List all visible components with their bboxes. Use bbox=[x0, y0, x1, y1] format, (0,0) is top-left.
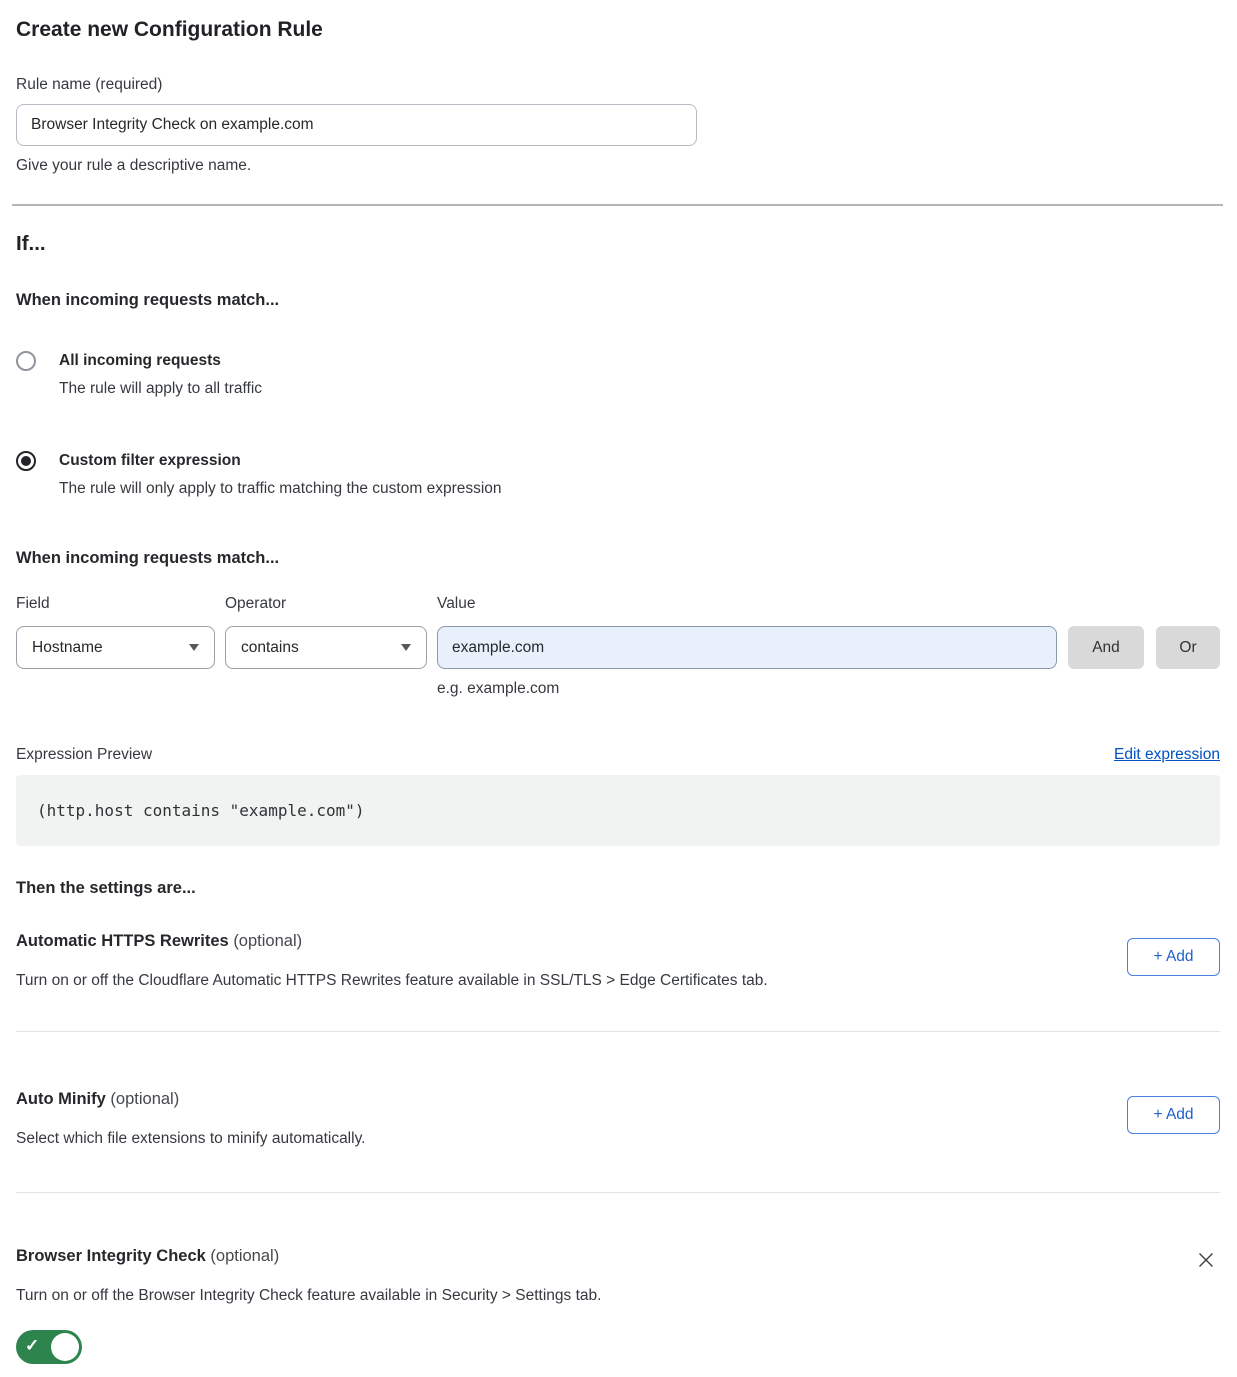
operator-label: Operator bbox=[225, 593, 427, 615]
radio-label[interactable]: Custom filter expression bbox=[59, 450, 502, 471]
create-configuration-rule-form: Create new Configuration Rule Rule name … bbox=[0, 0, 1237, 1369]
and-button[interactable]: And bbox=[1068, 626, 1144, 669]
setting-title: Browser Integrity Check bbox=[16, 1247, 206, 1265]
setting-section-automatic-https-rewrites: Automatic HTTPS Rewrites (optional) Turn… bbox=[16, 929, 1220, 1031]
add-auto-minify-button[interactable]: + Add bbox=[1127, 1096, 1220, 1134]
setting-section-browser-integrity-check: Browser Integrity Check (optional) Turn … bbox=[16, 1244, 1220, 1369]
filter-heading: When incoming requests match... bbox=[16, 546, 1220, 570]
radio-custom-filter-expression[interactable] bbox=[16, 451, 36, 471]
radio-option-all-requests[interactable]: All incoming requests The rule will appl… bbox=[16, 350, 1220, 399]
field-select-value: Hostname bbox=[32, 639, 103, 657]
value-input[interactable] bbox=[437, 626, 1057, 669]
setting-description: Turn on or off the Cloudflare Automatic … bbox=[16, 970, 768, 991]
chevron-down-icon bbox=[401, 644, 411, 651]
chevron-down-icon bbox=[189, 644, 199, 651]
radio-description: The rule will only apply to traffic matc… bbox=[59, 478, 502, 499]
edit-expression-link[interactable]: Edit expression bbox=[1114, 744, 1220, 766]
operator-select[interactable]: contains bbox=[225, 626, 427, 669]
rule-name-label: Rule name (required) bbox=[16, 74, 1220, 96]
setting-optional-tag: (optional) bbox=[210, 1247, 279, 1265]
operator-select-value: contains bbox=[241, 639, 299, 657]
section-divider bbox=[16, 1031, 1220, 1032]
setting-section-auto-minify: Auto Minify (optional) Select which file… bbox=[16, 1087, 1220, 1192]
if-heading: If... bbox=[16, 230, 1220, 258]
expression-preview-label: Expression Preview bbox=[16, 744, 152, 766]
expression-preview-code: (http.host contains "example.com") bbox=[16, 775, 1220, 846]
then-settings-heading: Then the settings are... bbox=[16, 876, 1220, 900]
rule-name-helper: Give your rule a descriptive name. bbox=[16, 155, 1220, 176]
add-automatic-https-rewrites-button[interactable]: + Add bbox=[1127, 938, 1220, 976]
setting-title: Automatic HTTPS Rewrites bbox=[16, 932, 229, 950]
check-icon: ✓ bbox=[25, 1336, 39, 1356]
close-icon bbox=[1197, 1251, 1215, 1269]
section-divider bbox=[16, 1192, 1220, 1193]
remove-browser-integrity-check-button[interactable] bbox=[1195, 1249, 1217, 1271]
value-label: Value bbox=[437, 593, 1057, 615]
field-label: Field bbox=[16, 593, 215, 615]
radio-option-custom-filter[interactable]: Custom filter expression The rule will o… bbox=[16, 450, 1220, 499]
radio-description: The rule will apply to all traffic bbox=[59, 378, 262, 399]
browser-integrity-check-toggle[interactable]: ✓ bbox=[16, 1330, 82, 1364]
radio-all-incoming-requests[interactable] bbox=[16, 351, 36, 371]
setting-optional-tag: (optional) bbox=[110, 1090, 179, 1108]
match-subheading: When incoming requests match... bbox=[16, 288, 1220, 312]
expression-builder-row: Field Hostname Operator contains Value e… bbox=[16, 593, 1220, 699]
toggle-knob bbox=[51, 1333, 79, 1361]
or-button[interactable]: Or bbox=[1156, 626, 1220, 669]
setting-description: Turn on or off the Browser Integrity Che… bbox=[16, 1285, 601, 1306]
radio-label[interactable]: All incoming requests bbox=[59, 350, 262, 371]
page-title: Create new Configuration Rule bbox=[16, 16, 1220, 44]
field-select[interactable]: Hostname bbox=[16, 626, 215, 669]
setting-title: Auto Minify bbox=[16, 1090, 106, 1108]
top-divider bbox=[12, 204, 1223, 206]
setting-description: Select which file extensions to minify a… bbox=[16, 1128, 365, 1149]
value-helper: e.g. example.com bbox=[437, 678, 1057, 699]
rule-name-input[interactable] bbox=[16, 104, 697, 146]
setting-optional-tag: (optional) bbox=[233, 932, 302, 950]
